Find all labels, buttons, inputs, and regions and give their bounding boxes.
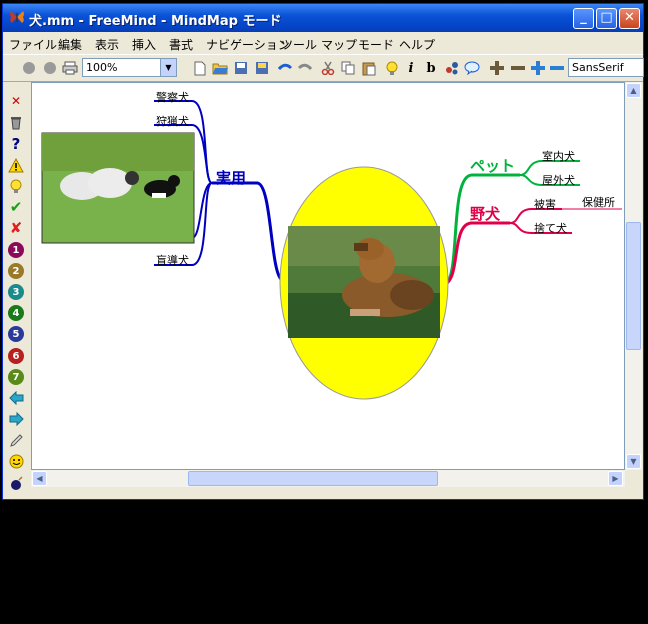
pencil-icon[interactable] <box>8 432 24 448</box>
bomb-icon[interactable] <box>8 475 24 491</box>
menu-navigation[interactable]: ナビゲーション <box>206 36 290 53</box>
remove-node-icon[interactable] <box>549 60 565 76</box>
priority-2-icon[interactable]: 2 <box>8 263 24 279</box>
butterfly-icon <box>10 11 24 23</box>
redo-icon[interactable] <box>297 60 313 76</box>
priority-4-label: 4 <box>12 307 20 319</box>
minimize-button[interactable]: _ <box>573 8 594 29</box>
add-node-icon[interactable] <box>530 60 546 76</box>
edge-root-pet <box>445 173 520 284</box>
open-icon[interactable] <box>212 60 228 76</box>
mindmap-canvas[interactable]: 警察犬 狩猟犬 盲導犬 実用 ペット 室内犬 屋外犬 野犬 被害 捨て犬 保健所 <box>31 82 625 470</box>
maximize-button[interactable]: □ <box>596 8 617 29</box>
priority-3-label: 3 <box>12 286 20 298</box>
remove-icon[interactable]: ✕ <box>8 93 24 109</box>
window-title: 犬.mm - FreeMind - MindMap モード <box>29 14 282 29</box>
menu-mode[interactable]: モード <box>358 36 394 53</box>
priority-1-icon[interactable]: 1 <box>8 242 24 258</box>
close-button[interactable]: ✕ <box>619 8 640 29</box>
mindmap-connections <box>41 100 622 400</box>
priority-5-label: 5 <box>12 328 20 340</box>
menu-insert[interactable]: 挿入 <box>132 36 156 53</box>
paste-icon[interactable] <box>361 60 377 76</box>
save-icon[interactable] <box>233 60 249 76</box>
scroll-up-icon[interactable]: ▲ <box>626 83 641 98</box>
priority-2-label: 2 <box>12 265 20 277</box>
priority-6-label: 6 <box>12 350 20 362</box>
menu-file[interactable]: ファイル <box>9 36 57 53</box>
title-bar[interactable]: 犬.mm - FreeMind - MindMap モード _ □ ✕ <box>3 4 643 32</box>
cloud-nodes-icon[interactable] <box>444 60 460 76</box>
arrow-right-icon[interactable] <box>8 411 24 427</box>
menu-map[interactable]: マップ <box>321 36 357 53</box>
node-higai[interactable]: 被害 <box>534 196 556 212</box>
back-icon[interactable] <box>21 60 37 76</box>
menu-edit[interactable]: 編集 <box>58 36 82 53</box>
priority-1-label: 1 <box>12 244 20 256</box>
horizontal-scroll-thumb[interactable] <box>188 471 438 486</box>
priority-7-label: 7 <box>12 371 20 383</box>
italic-icon[interactable]: i <box>403 60 419 76</box>
horizontal-scrollbar[interactable]: ◀ ▶ <box>31 470 625 487</box>
node-shitsunaiken[interactable]: 室内犬 <box>542 148 575 164</box>
menu-view[interactable]: 表示 <box>95 36 119 53</box>
cut-icon[interactable] <box>320 60 336 76</box>
priority-5-icon[interactable]: 5 <box>8 326 24 342</box>
vertical-scrollbar[interactable]: ▲ ▼ <box>625 82 642 470</box>
menu-help[interactable]: ヘルプ <box>399 36 435 53</box>
node-modoken[interactable]: 盲導犬 <box>156 252 189 268</box>
font-select[interactable]: SansSerif <box>568 58 644 77</box>
copy-icon[interactable] <box>340 60 356 76</box>
node-yaken[interactable]: 野犬 <box>470 203 500 224</box>
priority-7-icon[interactable]: 7 <box>8 369 24 385</box>
dog-image <box>288 226 440 338</box>
node-hokenjo[interactable]: 保健所 <box>582 194 615 210</box>
menu-tools[interactable]: ツール <box>281 36 317 53</box>
scroll-right-icon[interactable]: ▶ <box>608 471 623 486</box>
priority-6-icon[interactable]: 6 <box>8 348 24 364</box>
forward-icon[interactable] <box>42 60 58 76</box>
scroll-down-icon[interactable]: ▼ <box>626 454 641 469</box>
node-pet[interactable]: ペット <box>470 155 515 176</box>
priority-4-icon[interactable]: 4 <box>8 305 24 321</box>
new-map-icon[interactable] <box>192 60 208 76</box>
trash-icon[interactable] <box>8 114 24 130</box>
cloud-icon[interactable] <box>464 60 480 76</box>
chevron-down-icon[interactable]: ▼ <box>160 59 176 76</box>
zoom-value: 100% <box>86 61 118 74</box>
zoom-in-brown-icon[interactable] <box>489 60 505 76</box>
node-keisatsuken[interactable]: 警察犬 <box>156 89 189 105</box>
cross-icon[interactable]: ✘ <box>8 219 24 237</box>
node-shuryoken[interactable]: 狩猟犬 <box>156 113 189 129</box>
print-icon[interactable] <box>62 60 78 76</box>
node-okugaiken[interactable]: 屋外犬 <box>542 172 575 188</box>
save-as-icon[interactable] <box>254 60 270 76</box>
bulb-icon[interactable] <box>8 178 24 194</box>
smiley-icon[interactable] <box>8 453 24 469</box>
warning-icon[interactable] <box>8 157 24 173</box>
bold-icon[interactable]: b <box>423 60 439 76</box>
undo-icon[interactable] <box>277 60 293 76</box>
vertical-scroll-thumb[interactable] <box>626 222 641 350</box>
menu-bar: ファイル 編集 表示 挿入 書式 ナビゲーション ツール マップ モード ヘルプ <box>3 33 643 53</box>
menu-format[interactable]: 書式 <box>169 36 193 53</box>
sheep-image <box>41 132 195 244</box>
icon-toolbar: ✕ ? ✔ ✘ 1 2 3 4 5 6 7 <box>3 82 29 498</box>
node-jitsuyo[interactable]: 実用 <box>216 167 246 188</box>
question-icon[interactable]: ? <box>8 135 24 153</box>
node-sutetein[interactable]: 捨て犬 <box>534 220 567 236</box>
edge-root-jitsuyo <box>212 181 284 282</box>
zoom-select[interactable]: 100% ▼ <box>82 58 177 77</box>
freemind-window: 犬.mm - FreeMind - MindMap モード _ □ ✕ ファイル… <box>2 3 644 500</box>
priority-3-icon[interactable]: 3 <box>8 284 24 300</box>
checkmark-icon[interactable]: ✔ <box>8 198 24 216</box>
idea-bulb-icon[interactable] <box>384 60 400 76</box>
toolbar: 100% ▼ i b SansSerif <box>3 54 644 82</box>
scroll-left-icon[interactable]: ◀ <box>32 471 47 486</box>
arrow-left-icon[interactable] <box>8 390 24 406</box>
zoom-out-brown-icon[interactable] <box>510 60 526 76</box>
